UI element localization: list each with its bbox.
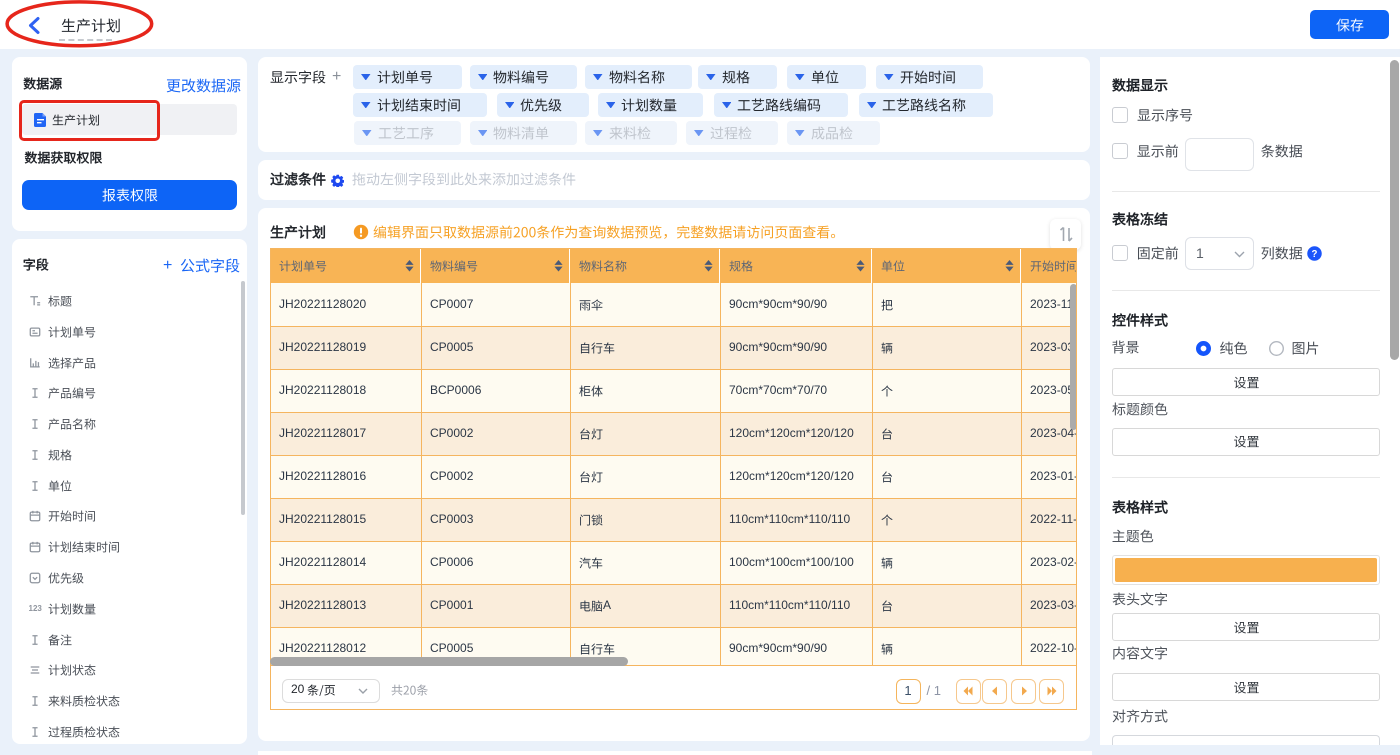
svg-text:?: ? bbox=[1311, 248, 1317, 259]
